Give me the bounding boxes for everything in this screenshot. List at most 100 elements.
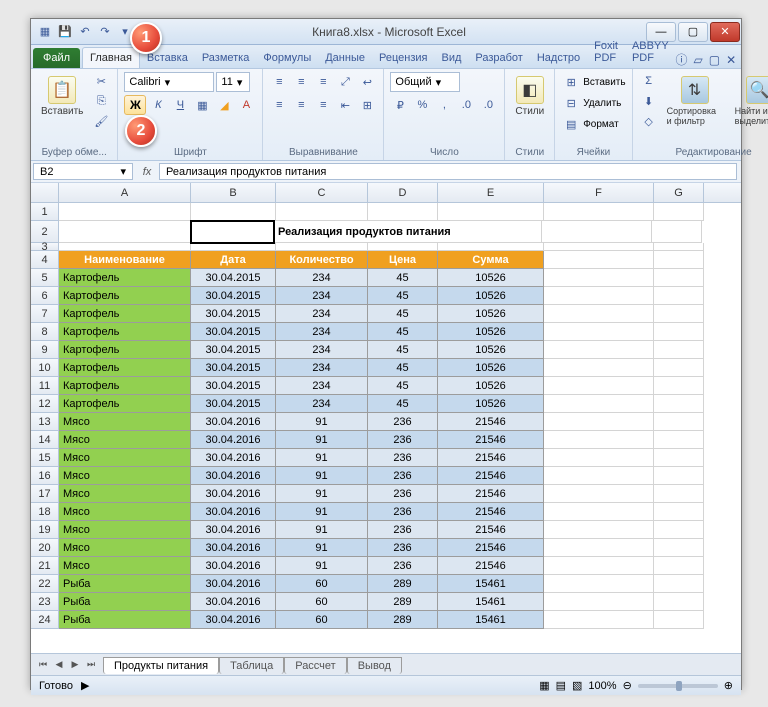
cell[interactable] (654, 485, 704, 503)
italic-button[interactable]: К (148, 96, 168, 114)
cell[interactable] (654, 575, 704, 593)
cell[interactable] (544, 431, 654, 449)
cell-name[interactable]: Картофель (59, 269, 191, 287)
cell-qty[interactable]: 91 (276, 503, 368, 521)
macro-record-icon[interactable]: ▶ (81, 679, 89, 692)
cell-date[interactable]: 30.04.2015 (191, 341, 276, 359)
cell[interactable] (654, 377, 704, 395)
cell-qty[interactable]: 234 (276, 305, 368, 323)
formula-bar[interactable]: Реализация продуктов питания (159, 163, 737, 180)
cell[interactable] (654, 323, 704, 341)
align-right-icon[interactable]: ≡ (313, 96, 333, 114)
row-header[interactable]: 11 (31, 377, 59, 395)
cell-name[interactable]: Мясо (59, 521, 191, 539)
cell-qty[interactable]: 91 (276, 431, 368, 449)
col-header-F[interactable]: F (544, 183, 654, 202)
cell-sum[interactable]: 21546 (438, 431, 544, 449)
cell-sum[interactable]: 10526 (438, 377, 544, 395)
row-header[interactable]: 15 (31, 449, 59, 467)
cell[interactable] (654, 431, 704, 449)
cell-price[interactable]: 236 (368, 431, 438, 449)
cell-date[interactable]: 30.04.2016 (191, 611, 276, 629)
table-header[interactable]: Количество (276, 251, 368, 269)
cell-date[interactable]: 30.04.2016 (191, 575, 276, 593)
redo-icon[interactable]: ↷ (97, 24, 113, 40)
tab-layout[interactable]: Разметка (195, 48, 257, 68)
cell-price[interactable]: 289 (368, 611, 438, 629)
cell[interactable] (438, 243, 544, 251)
row-header[interactable]: 13 (31, 413, 59, 431)
cell[interactable] (654, 203, 704, 221)
cell[interactable] (368, 203, 438, 221)
cell[interactable] (544, 575, 654, 593)
cell[interactable] (544, 287, 654, 305)
cell-date[interactable]: 30.04.2016 (191, 503, 276, 521)
cell-price[interactable]: 45 (368, 377, 438, 395)
cell[interactable] (544, 521, 654, 539)
tab-home[interactable]: Главная (82, 47, 140, 68)
cell-sum[interactable]: 21546 (438, 413, 544, 431)
tab-abbyy[interactable]: ABBYY PDF (625, 36, 676, 68)
cell[interactable] (544, 377, 654, 395)
cell-name[interactable]: Мясо (59, 557, 191, 575)
underline-button[interactable]: Ч (170, 96, 190, 114)
cell-name[interactable]: Картофель (59, 323, 191, 341)
cell-name[interactable]: Картофель (59, 395, 191, 413)
cell[interactable] (544, 593, 654, 611)
cell-price[interactable]: 236 (368, 467, 438, 485)
paste-button[interactable]: 📋 Вставить (37, 72, 87, 121)
cell-qty[interactable]: 234 (276, 359, 368, 377)
cell[interactable] (654, 251, 704, 269)
cell-price[interactable]: 45 (368, 323, 438, 341)
tab-data[interactable]: Данные (318, 48, 372, 68)
cell[interactable] (652, 221, 702, 243)
cell-sum[interactable]: 15461 (438, 575, 544, 593)
cell[interactable] (544, 243, 654, 251)
cell-qty[interactable]: 91 (276, 521, 368, 539)
cell-price[interactable]: 236 (368, 413, 438, 431)
cell-name[interactable]: Мясо (59, 485, 191, 503)
cell[interactable] (654, 557, 704, 575)
cell-name[interactable]: Картофель (59, 287, 191, 305)
cell-price[interactable]: 236 (368, 503, 438, 521)
row-header[interactable]: 23 (31, 593, 59, 611)
cell-date[interactable]: 30.04.2015 (191, 269, 276, 287)
cell-qty[interactable]: 91 (276, 485, 368, 503)
font-color-icon[interactable]: A (236, 96, 256, 114)
cell[interactable] (191, 243, 276, 251)
cell-sum[interactable]: 10526 (438, 323, 544, 341)
cell[interactable] (544, 485, 654, 503)
cell-sum[interactable]: 10526 (438, 287, 544, 305)
view-layout-icon[interactable]: ▤ (556, 679, 566, 692)
copy-icon[interactable]: ⎘ (91, 92, 111, 110)
cell-name[interactable]: Мясо (59, 539, 191, 557)
zoom-out-icon[interactable]: ⊖ (623, 679, 632, 692)
cell-date[interactable]: 30.04.2015 (191, 395, 276, 413)
row-header[interactable]: 9 (31, 341, 59, 359)
row-header[interactable]: 16 (31, 467, 59, 485)
cell-date[interactable]: 30.04.2016 (191, 413, 276, 431)
cell-date[interactable]: 30.04.2016 (191, 431, 276, 449)
tab-foxit[interactable]: Foxit PDF (587, 36, 625, 68)
cell-sum[interactable]: 10526 (438, 269, 544, 287)
table-header[interactable]: Цена (368, 251, 438, 269)
cell[interactable] (654, 305, 704, 323)
selected-cell[interactable] (190, 220, 275, 244)
orientation-icon[interactable]: ⤢ (335, 73, 355, 91)
cell-date[interactable]: 30.04.2016 (191, 467, 276, 485)
cell-name[interactable]: Мясо (59, 449, 191, 467)
cell-sum[interactable]: 15461 (438, 611, 544, 629)
sheet-nav-next-icon[interactable]: ▶ (67, 657, 83, 673)
cell[interactable] (544, 413, 654, 431)
cell-price[interactable]: 236 (368, 449, 438, 467)
align-left-icon[interactable]: ≡ (269, 96, 289, 114)
cell-name[interactable]: Картофель (59, 359, 191, 377)
row-header[interactable]: 3 (31, 243, 59, 251)
cell-date[interactable]: 30.04.2015 (191, 287, 276, 305)
cell[interactable] (654, 539, 704, 557)
zoom-thumb[interactable] (676, 681, 682, 691)
cell-date[interactable]: 30.04.2016 (191, 557, 276, 575)
cell-price[interactable]: 236 (368, 485, 438, 503)
col-header-A[interactable]: A (59, 183, 191, 202)
cut-icon[interactable]: ✂ (91, 72, 111, 90)
